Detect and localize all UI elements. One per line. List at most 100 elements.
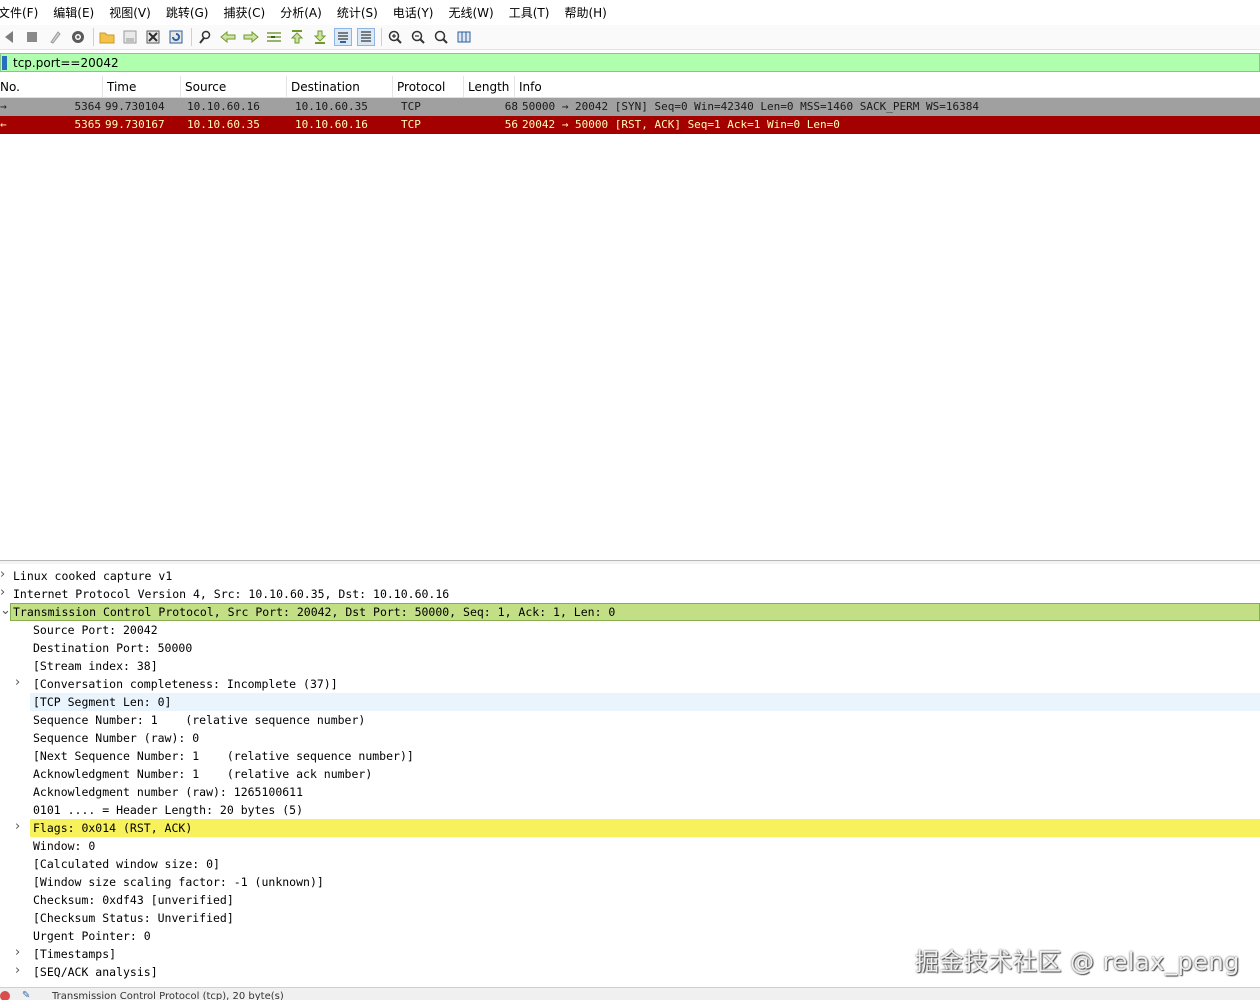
chevron-down-icon[interactable]: ⌄	[0, 603, 11, 619]
column-header-info[interactable]: Info	[515, 76, 1260, 97]
go-forward-icon[interactable]	[242, 28, 260, 46]
packet-protocol: TCP	[401, 100, 421, 113]
menu-statistics[interactable]: 统计(S)	[337, 4, 386, 21]
expert-info-icon[interactable]	[0, 991, 10, 1000]
chevron-right-icon[interactable]: ›	[15, 945, 20, 961]
tree-item-label: [Timestamps]	[33, 947, 117, 961]
tree-item[interactable]: [TCP Segment Len: 0]	[0, 693, 1260, 711]
tree-item-label: [Calculated window size: 0]	[33, 857, 220, 871]
column-header-protocol[interactable]: Protocol	[393, 76, 464, 97]
tree-item[interactable]: [Checksum Status: Unverified]	[0, 909, 1260, 927]
packet-no: 5365	[74, 118, 102, 131]
packet-row[interactable]: ← 5365 99.730167 10.10.60.35 10.10.60.16…	[0, 116, 1260, 134]
column-header-source[interactable]: Source	[181, 76, 287, 97]
tree-item[interactable]: Source Port: 20042	[0, 621, 1260, 639]
tree-item-label: Flags: 0x014 (RST, ACK)	[33, 821, 193, 835]
tree-item[interactable]: Window: 0	[0, 837, 1260, 855]
packet-time: 99.730104	[105, 100, 165, 113]
tree-item[interactable]: [Calculated window size: 0]	[0, 855, 1260, 873]
tree-item-label: Transmission Control Protocol, Src Port:…	[13, 605, 616, 619]
chevron-right-icon[interactable]: ›	[15, 675, 20, 691]
tree-item[interactable]: › Linux cooked capture v1	[0, 567, 1260, 585]
colorize-icon[interactable]	[357, 28, 375, 46]
tree-item[interactable]: ⌄ Transmission Control Protocol, Src Port…	[0, 603, 1260, 621]
tree-item[interactable]: Destination Port: 50000	[0, 639, 1260, 657]
tree-item-label: [SEQ/ACK analysis]	[33, 965, 158, 979]
tree-item[interactable]: Acknowledgment number (raw): 1265100611	[0, 783, 1260, 801]
packet-list: No. Time Source Destination Protocol Len…	[0, 76, 1260, 558]
column-header-length[interactable]: Length	[464, 76, 515, 97]
menu-file[interactable]: 文件(F)	[0, 4, 46, 21]
filter-bookmark-icon[interactable]	[2, 55, 7, 70]
tree-item-label: [TCP Segment Len: 0]	[33, 695, 172, 709]
tree-item[interactable]: [Window size scaling factor: -1 (unknown…	[0, 873, 1260, 891]
pane-splitter[interactable]	[0, 560, 1260, 564]
tree-item-highlight	[30, 693, 1260, 711]
main-toolbar	[0, 25, 1260, 50]
tree-item[interactable]: › Internet Protocol Version 4, Src: 10.10…	[0, 585, 1260, 603]
tree-item-label: Checksum: 0xdf43 [unverified]	[33, 893, 234, 907]
tree-item-label: [Conversation completeness: Incomplete (…	[33, 677, 338, 691]
tree-item-label: Acknowledgment number (raw): 1265100611	[33, 785, 304, 799]
stop-capture-icon[interactable]	[23, 28, 41, 46]
find-packet-icon[interactable]	[196, 28, 214, 46]
restart-capture-icon[interactable]	[46, 28, 64, 46]
tree-item[interactable]: [Stream index: 38]	[0, 657, 1260, 675]
tree-item[interactable]: 0101 .... = Header Length: 20 bytes (5)	[0, 801, 1260, 819]
menu-help[interactable]: 帮助(H)	[564, 4, 614, 21]
capture-options-icon[interactable]	[69, 28, 87, 46]
menu-edit[interactable]: 编辑(E)	[53, 4, 102, 21]
tree-item[interactable]: › [Conversation completeness: Incomplete …	[0, 675, 1260, 693]
menu-capture[interactable]: 捕获(C)	[223, 4, 273, 21]
packet-destination: 10.10.60.35	[295, 100, 368, 113]
start-capture-icon[interactable]	[0, 28, 18, 46]
menu-view[interactable]: 视图(V)	[109, 4, 159, 21]
menu-bar: 文件(F) 编辑(E) 视图(V) 跳转(G) 捕获(C) 分析(A) 统计(S…	[0, 0, 1260, 25]
tree-item-label: [Next Sequence Number: 1 (relative seque…	[33, 749, 414, 763]
menu-analyze[interactable]: 分析(A)	[280, 4, 330, 21]
zoom-in-icon[interactable]	[386, 28, 404, 46]
zoom-normal-icon[interactable]	[432, 28, 450, 46]
go-back-icon[interactable]	[219, 28, 237, 46]
menu-telephony[interactable]: 电话(Y)	[393, 4, 442, 21]
packet-source: 10.10.60.16	[187, 100, 260, 113]
auto-scroll-icon[interactable]	[334, 28, 352, 46]
menu-tools[interactable]: 工具(T)	[509, 4, 558, 21]
status-bar: ✎ Transmission Control Protocol (tcp), 2…	[0, 987, 1260, 1000]
tree-item[interactable]: Acknowledgment Number: 1 (relative ack n…	[0, 765, 1260, 783]
edit-comment-icon[interactable]: ✎	[22, 989, 30, 1000]
packet-list-header: No. Time Source Destination Protocol Len…	[0, 76, 1260, 98]
menu-wireless[interactable]: 无线(W)	[449, 4, 502, 21]
tree-item[interactable]: Sequence Number: 1 (relative sequence nu…	[0, 711, 1260, 729]
column-header-time[interactable]: Time	[103, 76, 181, 97]
go-first-icon[interactable]	[288, 28, 306, 46]
open-file-icon[interactable]	[98, 28, 116, 46]
chevron-right-icon[interactable]: ›	[0, 567, 5, 583]
reload-file-icon[interactable]	[167, 28, 185, 46]
menu-go[interactable]: 跳转(G)	[166, 4, 217, 21]
zoom-out-icon[interactable]	[409, 28, 427, 46]
packet-row[interactable]: → 5364 99.730104 10.10.60.16 10.10.60.35…	[0, 98, 1260, 116]
related-packet-mark: ←	[0, 118, 7, 131]
go-last-icon[interactable]	[311, 28, 329, 46]
chevron-right-icon[interactable]: ›	[0, 585, 5, 601]
go-to-packet-icon[interactable]	[265, 28, 283, 46]
tree-item-label: Sequence Number (raw): 0	[33, 731, 200, 745]
chevron-right-icon[interactable]: ›	[15, 819, 20, 835]
column-header-no[interactable]: No.	[0, 76, 103, 97]
display-filter-input[interactable]	[13, 55, 1213, 70]
packet-details-tree: › Linux cooked capture v1 › Internet Protoc…	[0, 567, 1260, 985]
tree-item[interactable]: › Flags: 0x014 (RST, ACK)	[0, 819, 1260, 837]
save-file-icon[interactable]	[121, 28, 139, 46]
resize-columns-icon[interactable]	[455, 28, 473, 46]
tree-item[interactable]: [Next Sequence Number: 1 (relative seque…	[0, 747, 1260, 765]
tree-item[interactable]: Sequence Number (raw): 0	[0, 729, 1260, 747]
packet-no: 5364	[74, 100, 102, 113]
column-header-destination[interactable]: Destination	[287, 76, 393, 97]
tree-item[interactable]: Checksum: 0xdf43 [unverified]	[0, 891, 1260, 909]
close-file-icon[interactable]	[144, 28, 162, 46]
chevron-right-icon[interactable]: ›	[15, 963, 20, 979]
tree-item-label: Acknowledgment Number: 1 (relative ack n…	[33, 767, 373, 781]
toolbar-separator	[93, 28, 94, 46]
tree-item-label: Window: 0	[33, 839, 96, 853]
